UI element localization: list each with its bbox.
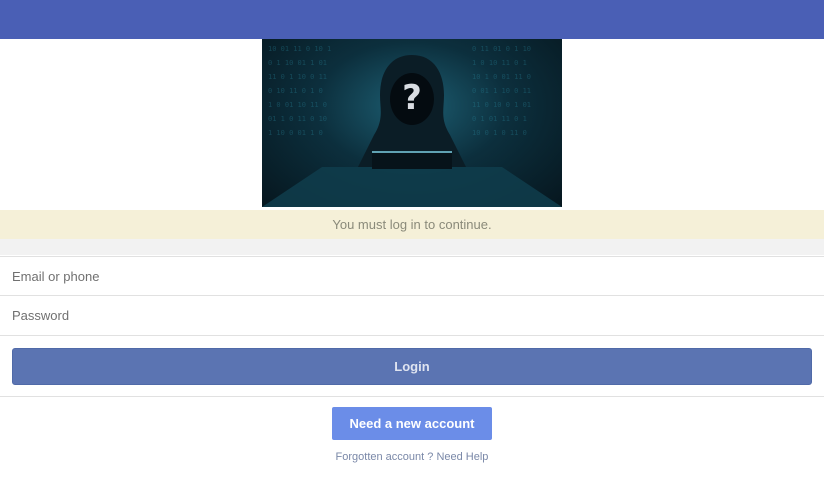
section-gap [0, 239, 824, 255]
email-input[interactable] [0, 256, 824, 296]
svg-text:0 1 10 01 1 01: 0 1 10 01 1 01 [268, 59, 327, 67]
password-input[interactable] [0, 296, 824, 336]
svg-text:01 1 0 11 0 10: 01 1 0 11 0 10 [268, 115, 327, 123]
svg-text:0 01 1 10 0 11: 0 01 1 10 0 11 [472, 87, 531, 95]
login-area: Login [0, 336, 824, 397]
svg-text:11 0 1 10 0 11: 11 0 1 10 0 11 [268, 73, 327, 81]
hooded-hacker-image: 10 01 11 0 10 1 0 1 10 01 1 01 11 0 1 10… [262, 39, 562, 207]
svg-text:1 0 01 10 11 0: 1 0 01 10 11 0 [268, 101, 327, 109]
svg-text:0 10 11 0 1 0: 0 10 11 0 1 0 [268, 87, 323, 95]
svg-text:1 10 0 01 1 0: 1 10 0 01 1 0 [268, 129, 323, 137]
svg-text:1 0 10 11 0 1: 1 0 10 11 0 1 [472, 59, 527, 67]
svg-text:11 0 10 0 1 01: 11 0 10 0 1 01 [472, 101, 531, 109]
help-links: Forgotten account ? Need Help [0, 451, 824, 463]
svg-text:10 0 1 0 11 0: 10 0 1 0 11 0 [472, 129, 527, 137]
login-button[interactable]: Login [12, 348, 812, 385]
question-mark-icon: ? [402, 78, 422, 118]
svg-text:0 11 01 0 1 10: 0 11 01 0 1 10 [472, 45, 531, 53]
svg-text:0 1 01 11 0 1: 0 1 01 11 0 1 [472, 115, 527, 123]
svg-text:10 1 0 01 11 0: 10 1 0 01 11 0 [472, 73, 531, 81]
forgotten-account-link[interactable]: Forgotten account ? [336, 451, 434, 463]
svg-text:10 01 11 0 10 1: 10 01 11 0 10 1 [268, 45, 331, 53]
new-account-button[interactable]: Need a new account [332, 407, 492, 440]
need-help-link[interactable]: Need Help [436, 451, 488, 463]
hacker-illustration: 10 01 11 0 10 1 0 1 10 01 1 01 11 0 1 10… [262, 45, 562, 207]
top-bar [0, 0, 824, 39]
login-required-notice: You must log in to continue. [0, 210, 824, 239]
